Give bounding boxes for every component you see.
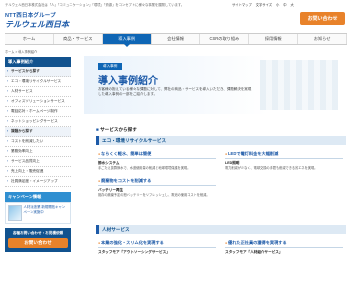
campaign-heading: キャンペーン情報: [5, 192, 71, 202]
hero-banner: 導入事例 導入事例紹介 お客様の抱えている様々な課題に対して、弊社の商品・サービ…: [84, 56, 346, 114]
nav-recruit[interactable]: 採用情報: [249, 34, 299, 44]
case-card-title[interactable]: LEDで電灯料金を大幅削減: [225, 151, 343, 159]
campaign-image: [8, 205, 22, 221]
hero-image: [260, 60, 338, 110]
case-card-name: スタッフモア「アウトソーシングサービス」: [98, 250, 170, 254]
campaign-banner[interactable]: 人材派遣業 新規開拓キャンペーン実施中: [5, 202, 71, 224]
sidebar-item[interactable]: 電話応対・ホームページ制作: [5, 107, 71, 117]
sidebar-item[interactable]: サービス品質向上: [5, 157, 71, 167]
font-size-small[interactable]: 小: [276, 3, 279, 7]
nav-company[interactable]: 会社情報: [152, 34, 201, 44]
nav-home[interactable]: ホーム: [5, 34, 54, 44]
case-card-title[interactable]: ならくく軽水、簡単は簡便: [98, 151, 216, 159]
nav-csr[interactable]: CSRの取り組み: [200, 34, 250, 44]
sitemap-link[interactable]: サイトマップ: [232, 3, 252, 7]
case-card-name: スタッフモア「人材紹介サービス」: [225, 250, 283, 254]
hero-description: お客様の抱えている様々な課題に対して、弊社の商品・サービスを導入いただき、課題解…: [98, 87, 252, 96]
font-size-large[interactable]: 大: [290, 3, 293, 7]
breadcrumb: ホーム > 導入事例紹介: [5, 50, 38, 54]
page-title: 導入事例紹介: [98, 76, 158, 87]
sidebar-item[interactable]: オフィスソリューションサービス: [5, 97, 71, 107]
sidebar-item[interactable]: 課題から探す: [5, 127, 71, 137]
case-card-title[interactable]: 廃棄物をコストを削減する: [98, 178, 216, 186]
logo-company-name: テルウェル西日本: [5, 20, 69, 29]
sidebar-item[interactable]: 社員満足度・イメージアップ: [5, 177, 71, 187]
inquiry-button[interactable]: お問い合わせ: [8, 238, 68, 248]
sidebar-item[interactable]: コストを削減したい: [5, 137, 71, 147]
case-card[interactable]: ならくく軽水、簡単は簡便 節水システム 手ごたえ抜群節水で、水道使用量の削減と地…: [98, 151, 216, 170]
logo-group-name: NTT西日本グループ: [5, 13, 56, 19]
hero-tag: 導入事例: [98, 63, 123, 70]
header-contact-button[interactable]: お問い合わせ: [300, 12, 345, 25]
site-logo[interactable]: NTT西日本グループ テルウェル西日本: [5, 11, 69, 30]
case-card-desc: 手ごたえ抜群節水で、水道使用量の削減と地球環境保護を実現。: [98, 166, 191, 170]
inquiry-text: 各種お問い合わせ・お見積依頼: [12, 231, 64, 235]
case-card-title[interactable]: 優れた正社員の獲得を実現する: [225, 240, 343, 248]
case-card-title[interactable]: 本業の強化・スリム化を実現する: [98, 240, 216, 248]
sidebar-item[interactable]: 売上向上・販売促進: [5, 167, 71, 177]
case-card[interactable]: LEDで電灯料金を大幅削減 LED照明 電力削減が少なく、電球交換の手間も削減で…: [225, 151, 343, 170]
case-card-desc: 既存の廃棄予定の鉛バッテリーをリフレッシュし、電池の使用コストを削減。: [98, 193, 210, 197]
sidebar-item[interactable]: エコ・環境リサイクルサービス: [5, 77, 71, 87]
sidebar: 導入事例紹介 サービスから探す エコ・環境リサイクルサービス 人材サービス オフ…: [5, 57, 71, 252]
case-card[interactable]: 廃棄物をコストを削減する バッテリー再生 既存の廃棄予定の鉛バッテリーをリフレッ…: [98, 178, 216, 197]
site-tagline: テルウェル西日本株式会社は「人」「コミュニケーション」「環境」「資源」をコンセプ…: [5, 3, 185, 7]
sidebar-item[interactable]: 業務効率向上: [5, 147, 71, 157]
font-size-label: 文字サイズ: [255, 3, 273, 7]
nav-news[interactable]: お知らせ: [298, 34, 348, 44]
case-card[interactable]: 優れた正社員の獲得を実現する スタッフモア「人材紹介サービス」: [225, 240, 343, 255]
campaign-text: 人材派遣業 新規開拓キャンペーン実施中: [23, 205, 66, 214]
case-card[interactable]: 本業の強化・スリム化を実現する スタッフモア「アウトソーシングサービス」: [98, 240, 216, 255]
services-heading: サービスから探す: [96, 127, 137, 133]
sidebar-item[interactable]: サービスから探す: [5, 67, 71, 77]
global-nav: ホーム 商品・サービス 導入事例 会社情報 CSRの取り組み 採用情報 お知らせ: [5, 33, 348, 47]
nav-products[interactable]: 商品・サービス: [54, 34, 103, 44]
font-size-medium[interactable]: 中: [283, 3, 286, 7]
case-card-desc: 電力削減が少なく、電球交換の手間も削減できる省エネを実現。: [225, 166, 318, 170]
category-bar-staffing: 人材サービス: [96, 225, 346, 234]
sidebar-item[interactable]: 人材サービス: [5, 87, 71, 97]
top-links: サイトマップ 文字サイズ 小 中 大: [232, 2, 297, 7]
category-bar-eco: エコ・環境リサイクルサービス: [96, 136, 346, 145]
inquiry-box: 各種お問い合わせ・お見積依頼 お問い合わせ: [5, 228, 71, 252]
sidebar-heading[interactable]: 導入事例紹介: [5, 57, 71, 67]
nav-case-studies[interactable]: 導入事例: [102, 34, 152, 47]
sidebar-item[interactable]: ネットショッピングサービス: [5, 117, 71, 127]
